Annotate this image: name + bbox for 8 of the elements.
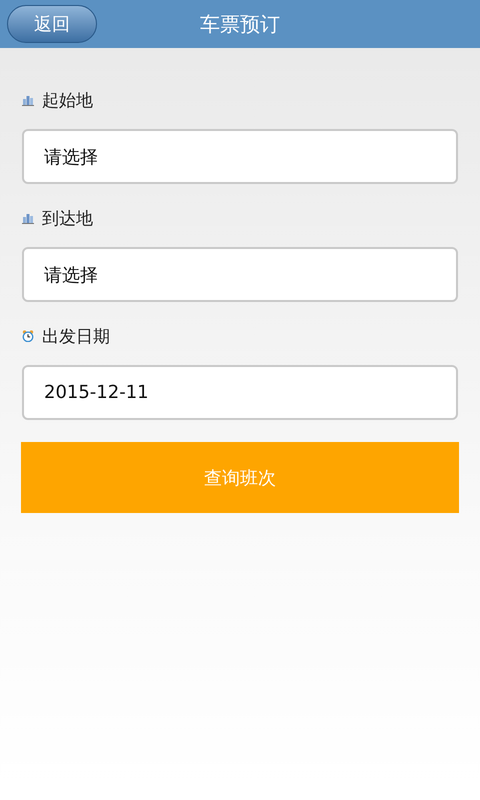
field-label: 出发日期	[42, 326, 110, 348]
page-title: 车票预订	[200, 10, 280, 38]
select-field[interactable]: 请选择	[22, 129, 458, 184]
select-field[interactable]: 请选择	[22, 247, 458, 302]
field-label: 起始地	[42, 90, 93, 112]
select-field[interactable]: 2015-12-11	[22, 365, 458, 420]
clock-icon	[22, 330, 34, 342]
field-label: 到达地	[42, 208, 93, 230]
